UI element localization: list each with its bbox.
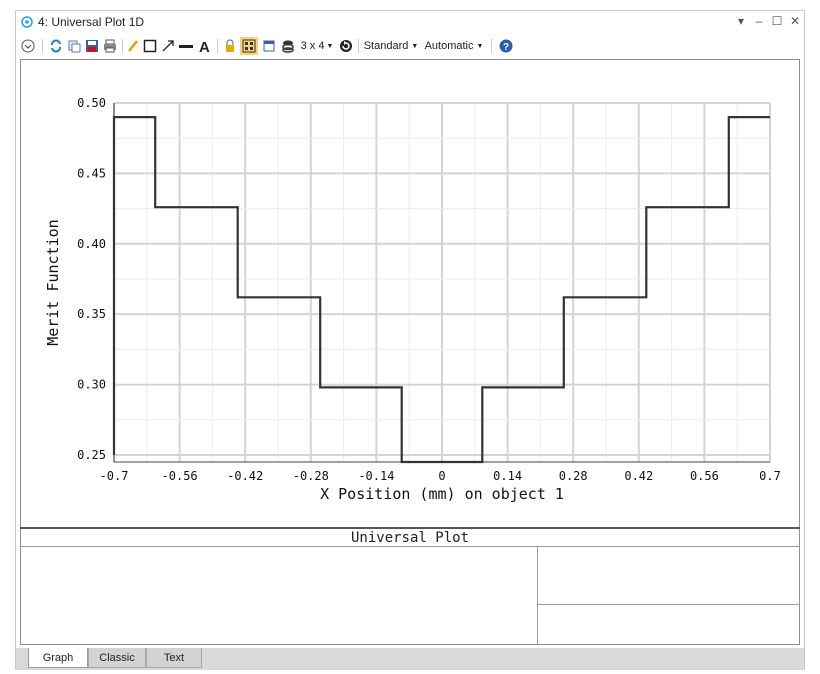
x-tick-label: 0.28 — [559, 469, 588, 483]
plot-window: 4: Universal Plot 1D ▾ ‒ ☐ ✕ A 3 x 4 ▼ S… — [15, 10, 805, 670]
x-tick-label: -0.7 — [100, 469, 129, 483]
footer-info-grid — [20, 547, 800, 644]
footer-title: Universal Plot — [20, 527, 800, 547]
y-tick-label: 0.50 — [77, 96, 106, 110]
y-tick-labels: 0.50 0.45 0.40 0.35 0.30 0.25 — [77, 96, 106, 462]
merit-function-chart: -0.7 -0.56 -0.42 -0.28 -0.14 0 0.14 0.28 0.42 0.5… — [44, 96, 781, 503]
footer-cell-top-right — [538, 547, 800, 605]
tab-classic[interactable]: Classic — [88, 648, 146, 668]
tab-graph[interactable]: Graph — [28, 648, 88, 668]
x-tick-label: 0.42 — [624, 469, 653, 483]
x-tick-label: 0.7 — [759, 469, 781, 483]
x-axis-label: X Position (mm) on object 1 — [320, 485, 564, 503]
y-tick-label: 0.40 — [77, 237, 106, 251]
grid-lines — [113, 102, 771, 462]
y-axis-label: Merit Function — [44, 219, 62, 345]
tab-text[interactable]: Text — [146, 648, 202, 668]
x-tick-label: -0.42 — [227, 469, 263, 483]
y-tick-label: 0.45 — [77, 166, 106, 180]
x-tick-label: 0.14 — [493, 469, 522, 483]
y-tick-label: 0.30 — [77, 378, 106, 392]
view-tabs: Graph Classic Text — [16, 648, 804, 670]
x-tick-label: -0.56 — [162, 469, 198, 483]
x-tick-labels: -0.7 -0.56 -0.42 -0.28 -0.14 0 0.14 0.28 0.42 0.5… — [100, 469, 781, 483]
y-tick-label: 0.35 — [77, 307, 106, 321]
x-tick-label: -0.28 — [293, 469, 329, 483]
footer-cell-main — [20, 547, 538, 644]
y-tick-label: 0.25 — [77, 448, 106, 462]
x-tick-label: -0.14 — [358, 469, 394, 483]
x-tick-label: 0 — [438, 469, 445, 483]
x-tick-label: 0.56 — [690, 469, 719, 483]
footer-cell-bottom-right — [538, 605, 800, 644]
